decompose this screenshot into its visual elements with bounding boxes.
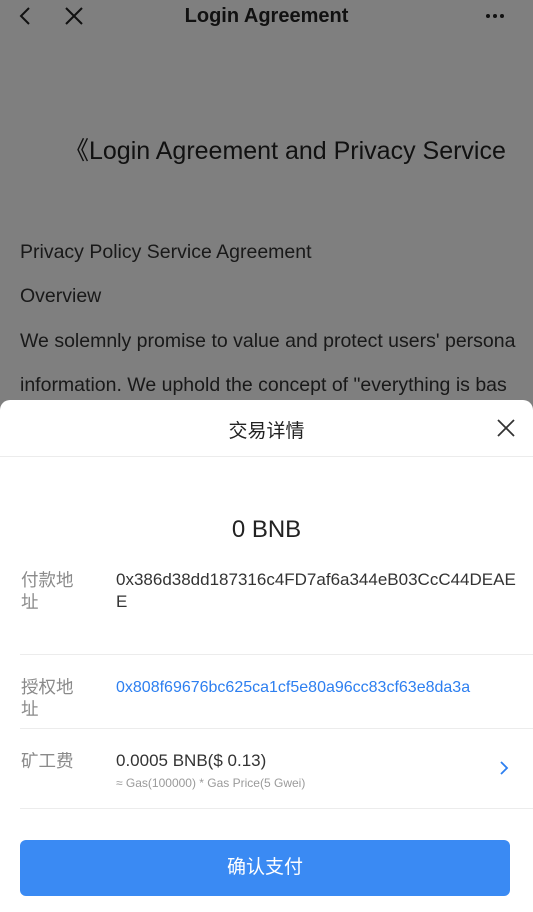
divider <box>0 456 533 457</box>
divider <box>20 654 533 655</box>
gas-detail: ≈ Gas(100000) * Gas Price(5 Gwei) <box>116 776 306 790</box>
chevron-right-icon[interactable] <box>497 759 511 777</box>
authorized-address-link[interactable]: 0x808f69676bc625ca1cf5e80a96cc83cf63e8da… <box>116 677 516 699</box>
authorized-address-label: 授权地址 <box>21 677 74 719</box>
confirm-payment-button[interactable]: 确认支付 <box>20 840 510 896</box>
close-sheet-icon[interactable] <box>495 417 517 439</box>
transaction-details-sheet <box>0 400 533 912</box>
miner-fee-label: 矿工费 <box>21 751 74 771</box>
payment-address-value: 0x386d38dd187316c4FD7af6a344eB03CcC44DEA… <box>116 570 516 611</box>
divider <box>20 728 533 729</box>
sheet-title: 交易详情 <box>228 421 305 442</box>
payment-address-label: 付款地址 <box>21 570 74 612</box>
transaction-amount: 0 BNB <box>231 516 302 543</box>
divider <box>20 808 533 809</box>
miner-fee-value[interactable]: 0.0005 BNB($ 0.13) <box>116 750 476 772</box>
